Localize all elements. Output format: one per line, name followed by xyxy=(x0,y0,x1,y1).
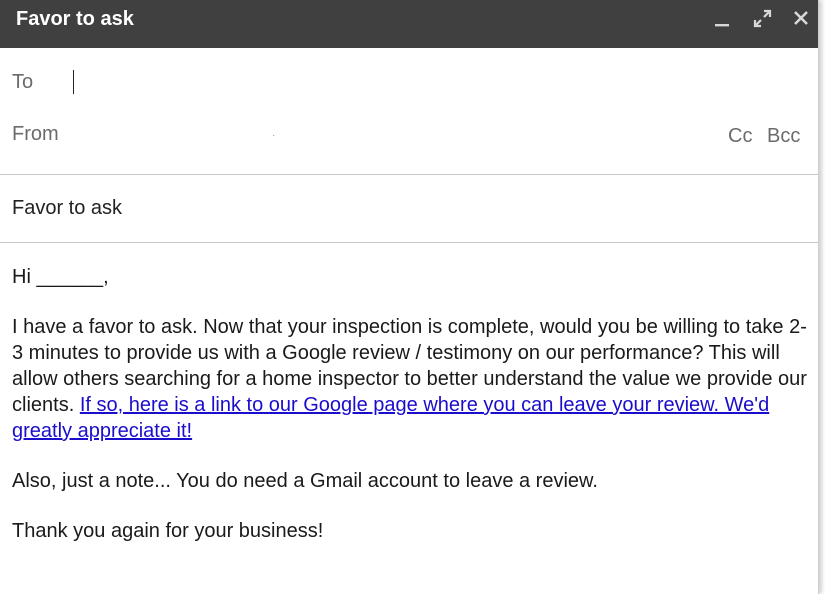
subject-field[interactable]: Favor to ask xyxy=(12,196,122,220)
compose-window: Favor to ask To From · Cc Bcc Favor to a… xyxy=(0,0,819,594)
google-review-link[interactable]: If so, here is a link to our Google page… xyxy=(12,394,769,442)
close-button[interactable] xyxy=(789,6,815,32)
compose-titlebar[interactable]: Favor to ask xyxy=(0,0,818,48)
body-note: Also, just a note... You do need a Gmail… xyxy=(12,470,598,492)
text-caret xyxy=(73,70,74,94)
minimize-button[interactable] xyxy=(710,6,736,32)
divider xyxy=(0,174,818,175)
message-body[interactable]: Hi ______, I have a favor to ask. Now th… xyxy=(12,264,808,544)
from-label: From xyxy=(12,123,59,145)
expand-button[interactable] xyxy=(750,6,776,32)
to-row: To xyxy=(0,58,818,106)
expand-icon xyxy=(753,9,772,28)
to-label: To xyxy=(12,71,34,93)
body-paragraph: I have a favor to ask. Now that your ins… xyxy=(12,314,808,444)
compose-title: Favor to ask xyxy=(16,8,134,30)
from-value[interactable]: · xyxy=(272,130,276,141)
cc-button[interactable]: Cc xyxy=(728,124,752,148)
from-row: From · Cc Bcc xyxy=(0,110,818,158)
divider xyxy=(0,242,818,243)
body-greeting: Hi ______, xyxy=(12,266,109,288)
body-closing: Thank you again for your business! xyxy=(12,520,324,542)
bcc-button[interactable]: Bcc xyxy=(767,124,800,148)
close-icon xyxy=(794,11,808,25)
minimize-icon xyxy=(715,24,729,27)
to-input[interactable] xyxy=(70,68,690,96)
